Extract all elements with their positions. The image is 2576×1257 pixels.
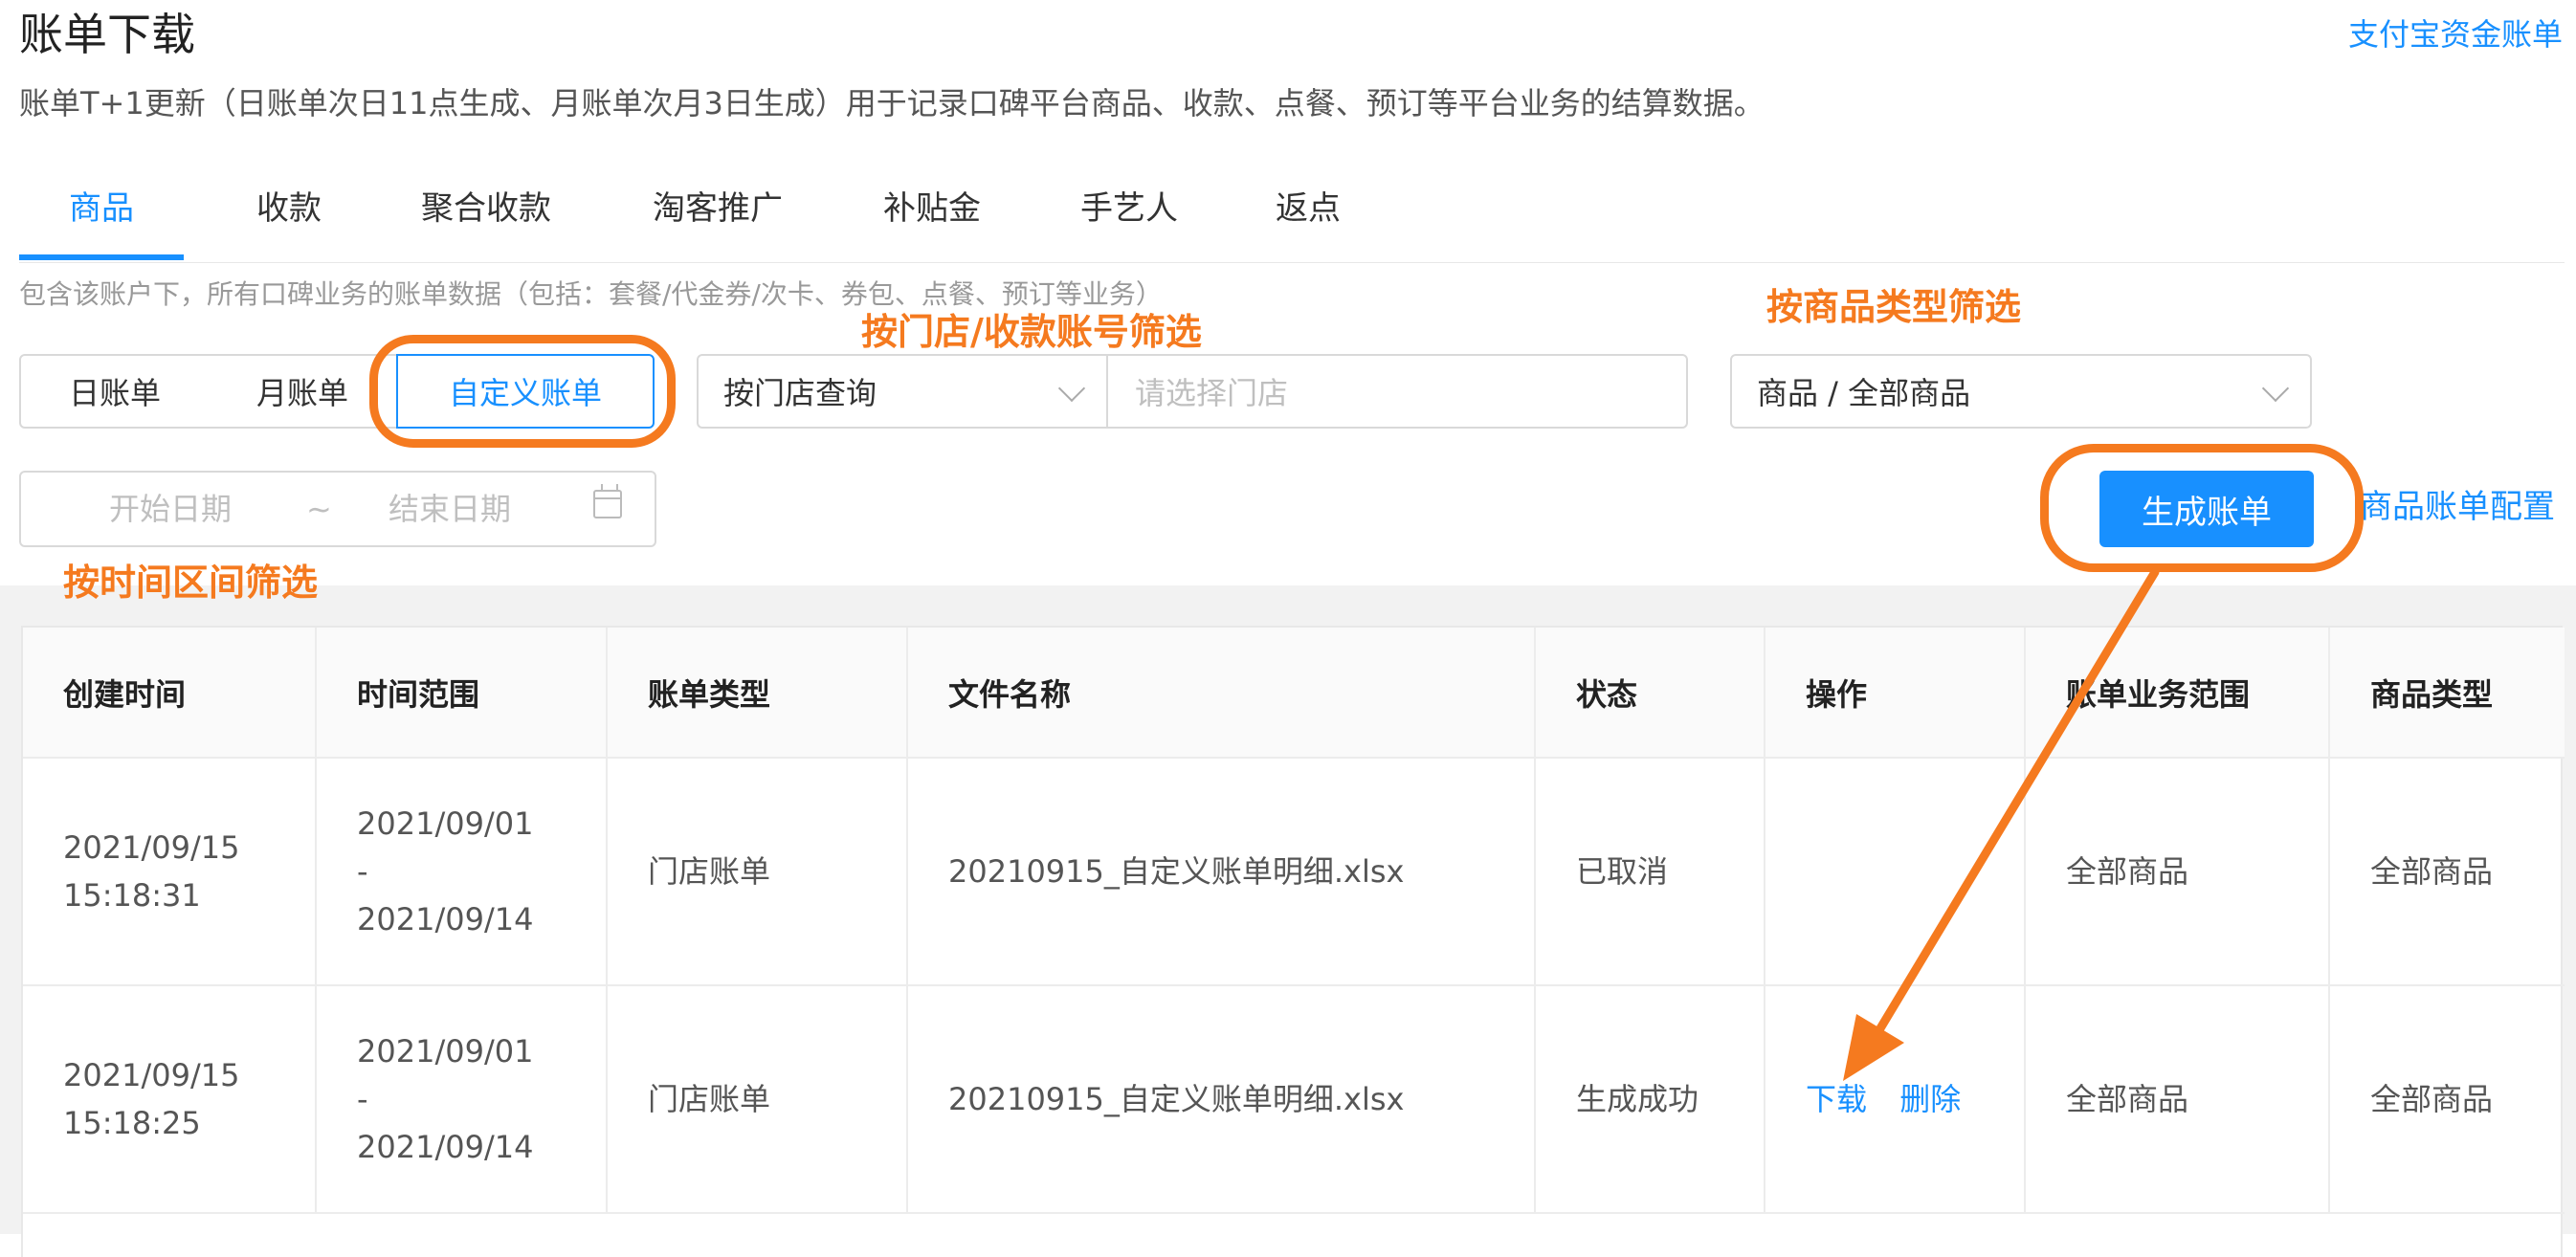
table-row: 2021/09/15 15:18:25 2021/09/01 - 2021/09… [23,985,2565,1214]
store-query-select[interactable]: 按门店查询 [697,354,1108,429]
created-clock: 15:18:25 [63,1105,201,1141]
bill-type-cell: 门店账单 [607,758,908,986]
scope-cell: 全部商品 [2025,758,2330,986]
file-name-cell: 20210915_自定义账单明细.xlsx [907,758,1536,986]
tab-aggregated-payment[interactable]: 聚合收款 [389,178,584,260]
tab-payment[interactable]: 收款 [216,178,362,260]
download-link[interactable]: 下载 [1806,1081,1867,1117]
created-time-cell: 2021/09/15 15:18:31 [23,758,317,986]
bill-type-cell: 门店账单 [607,985,908,1214]
start-date-input[interactable]: 开始日期 [109,490,232,528]
goods-type-select-value: 商品 / 全部商品 [1757,375,1971,411]
page-title: 账单下载 [19,9,195,60]
column-header: 账单业务范围 [2025,628,2330,759]
time-range-cell: 2021/09/01 - 2021/09/14 [316,985,608,1214]
goods-type-select[interactable]: 商品 / 全部商品 [1730,354,2312,429]
created-time-cell: 2021/09/15 15:18:25 [23,985,317,1214]
table-header-row: 创建时间 时间范围 账单类型 文件名称 状态 操作 账单业务范围 商品类型 [23,628,2565,759]
goods-type-cell: 全部商品 [2329,758,2565,986]
column-header: 时间范围 [316,628,608,759]
goods-filter-annotation: 按商品类型筛选 [1766,286,2022,328]
goods-type-cell: 全部商品 [2329,985,2565,1214]
table-row: 2021/09/15 15:18:31 2021/09/01 - 2021/09… [23,758,2565,986]
end-date-input[interactable]: 结束日期 [389,490,511,528]
range-sep: - [357,1081,368,1117]
page-description: 账单T+1更新（日账单次日11点生成、月账单次月3日生成）用于记录口碑平台商品、… [19,85,1765,121]
tab-taoke-promotion[interactable]: 淘客推广 [618,178,817,260]
time-filter-annotation: 按时间区间筛选 [63,562,319,604]
store-filter-annotation: 按门店/收款账号筛选 [861,311,1202,353]
date-range-picker[interactable]: 开始日期 ~ 结束日期 [19,471,656,547]
delete-link[interactable]: 删除 [1899,1081,1961,1117]
column-header: 商品类型 [2329,628,2565,759]
actions-cell [1765,758,2026,986]
range-start: 2021/09/01 [357,805,534,842]
file-name-cell: 20210915_自定义账单明细.xlsx [907,985,1536,1214]
actions-cell: 下载 删除 [1765,985,2026,1214]
status-cell: 已取消 [1535,758,1765,986]
store-query-select-value: 按门店查询 [723,375,877,411]
tab-rebate[interactable]: 返点 [1246,178,1370,260]
range-end: 2021/09/14 [357,1129,534,1165]
created-clock: 15:18:31 [63,877,201,914]
goods-bill-config-link[interactable]: 商品账单配置 [2360,486,2555,528]
created-date: 2021/09/15 [63,829,240,866]
range-end: 2021/09/14 [357,901,534,937]
daily-bill-button[interactable]: 日账单 [19,354,211,429]
status-cell: 生成成功 [1535,985,1765,1214]
bill-tabs: 商品 收款 聚合收款 淘客推广 补贴金 手艺人 返点 [19,178,2565,263]
active-tab-indicator [19,254,184,260]
column-header: 文件名称 [907,628,1536,759]
range-separator: ~ [306,491,332,527]
tab-craftsman[interactable]: 手艺人 [1047,178,1211,260]
column-header: 操作 [1765,628,2026,759]
custom-bill-button[interactable]: 自定义账单 [396,354,655,429]
alipay-funds-bill-link[interactable]: 支付宝资金账单 [2348,13,2563,55]
time-range-cell: 2021/09/01 - 2021/09/14 [316,758,608,986]
created-date: 2021/09/15 [63,1057,240,1093]
chevron-down-icon [1057,374,1086,403]
chevron-down-icon [2261,374,2290,403]
generate-button-highlight-ring [2040,444,2364,572]
column-header: 状态 [1535,628,1765,759]
tab-goods[interactable]: 商品 [19,178,184,260]
scope-cell: 全部商品 [2025,985,2330,1214]
calendar-icon[interactable] [593,484,622,518]
tab-subsidy[interactable]: 补贴金 [850,178,1014,260]
column-header: 账单类型 [607,628,908,759]
bill-table: 创建时间 时间范围 账单类型 文件名称 状态 操作 账单业务范围 商品类型 20… [21,626,2565,1257]
range-start: 2021/09/01 [357,1033,534,1070]
column-header: 创建时间 [23,628,317,759]
range-sep: - [357,853,368,890]
store-input[interactable]: 请选择门店 [1106,354,1688,429]
